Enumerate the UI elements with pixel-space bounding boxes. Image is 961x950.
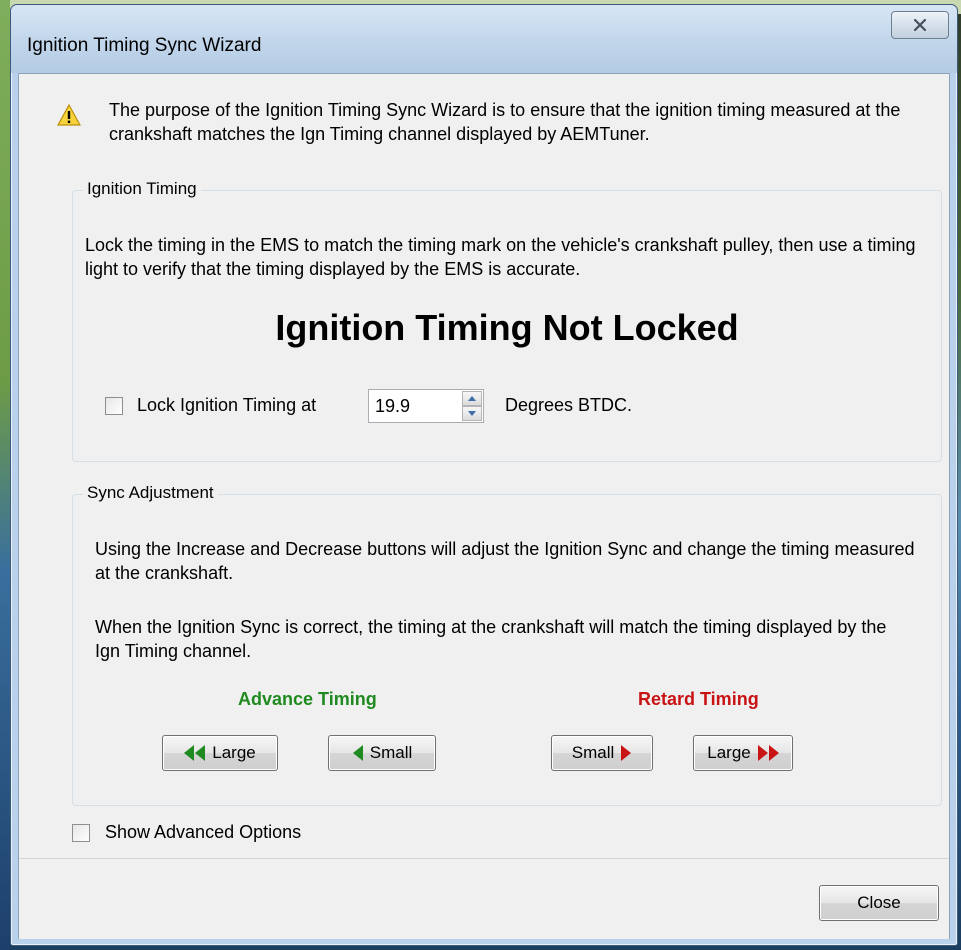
units-label: Degrees BTDC. [505,395,633,415]
advance-timing-header: Advance Timing [238,689,377,709]
sync-description-1: Using the Increase and Decrease buttons … [95,539,915,583]
lock-timing-checkbox[interactable] [105,397,123,415]
retard-timing-header: Retard Timing [638,689,759,709]
advance-large-button[interactable]: Large [162,735,278,771]
ignition-timing-group: Ignition Timing Lock the timing in the E… [72,179,942,462]
spin-up-button[interactable] [462,391,482,406]
sync-description-2: When the Ignition Sync is correct, the t… [95,617,887,661]
dialog-footer: Close [19,858,949,939]
advance-small-button[interactable]: Small [328,735,436,771]
window-close-button[interactable] [891,11,949,39]
double-arrow-left-icon [184,745,206,761]
dialog-title: Ignition Timing Sync Wizard [27,35,262,56]
background-left-edge [0,0,10,950]
info-text: The purpose of the Ignition Timing Sync … [109,100,901,144]
dialog-client-area: The purpose of the Ignition Timing Sync … [18,73,950,939]
arrow-right-icon [621,745,632,761]
sync-adjustment-group: Sync Adjustment Using the Increase and D… [72,483,942,806]
close-button[interactable]: Close [819,885,939,921]
lock-timing-spinbox[interactable]: 19.9 [368,389,484,423]
warning-icon [57,104,81,126]
ignition-timing-group-label: Ignition Timing [83,179,201,199]
lock-timing-value: 19.9 [375,396,411,416]
timing-status-text: Ignition Timing Not Locked [275,307,739,348]
spin-down-button[interactable] [462,406,482,421]
retard-large-label: Large [707,743,751,762]
advance-large-label: Large [212,743,256,762]
show-advanced-label: Show Advanced Options [105,822,302,842]
lock-timing-label: Lock Ignition Timing at [137,395,317,415]
arrow-down-icon [468,411,476,416]
spin-buttons [462,391,482,421]
ignition-timing-description: Lock the timing in the EMS to match the … [85,235,916,279]
double-arrow-right-icon [757,745,779,761]
wizard-dialog: Ignition Timing Sync Wizard The purpose … [10,4,958,946]
close-button-label: Close [857,893,901,912]
retard-small-button[interactable]: Small [551,735,653,771]
close-icon [913,18,927,32]
retard-small-label: Small [571,743,615,762]
show-advanced-checkbox[interactable] [72,824,90,842]
advance-small-label: Small [369,743,413,762]
arrow-up-icon [468,396,476,401]
sync-adjustment-group-label: Sync Adjustment [83,483,218,503]
title-bar[interactable]: Ignition Timing Sync Wizard [11,5,957,73]
arrow-left-icon [352,745,363,761]
retard-large-button[interactable]: Large [693,735,793,771]
